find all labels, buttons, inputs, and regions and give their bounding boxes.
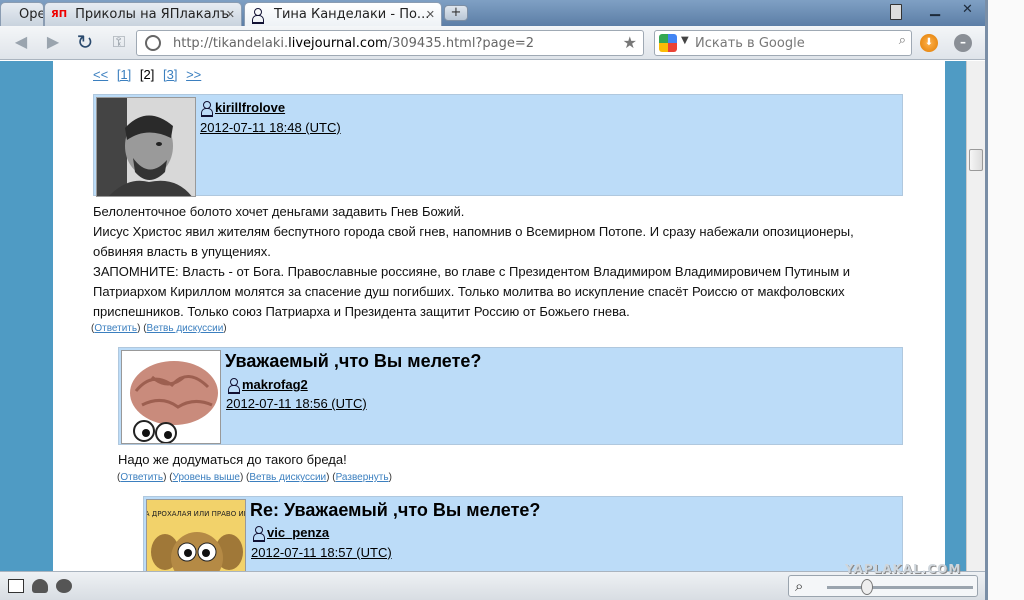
navigation-bar: ◀ ▶ ↻ ⚿ http://tikandelaki. livejournal.… — [0, 26, 985, 60]
tab-opera[interactable]: Opera — [0, 2, 44, 26]
star-icon[interactable]: ★ — [623, 33, 637, 52]
username-link[interactable]: vic_penza — [267, 525, 329, 540]
pager-page-1-link[interactable]: [1] — [117, 67, 131, 82]
reload-icon[interactable]: ↻ — [72, 31, 98, 55]
magnifier-icon[interactable]: ⌕ — [795, 577, 803, 595]
user-icon[interactable] — [200, 100, 213, 117]
pager-prev-link[interactable]: << — [93, 67, 108, 82]
search-placeholder: Искать в Google — [695, 35, 805, 51]
comment-actions: (Ответить) (Уровень выше) (Ветвь дискусс… — [117, 472, 392, 483]
comment-header: Уважаемый ,что Вы мелете? makrofag2 2012… — [118, 347, 903, 445]
pager-current-page: [2] — [139, 67, 155, 82]
reply-link[interactable]: Ответить — [94, 323, 137, 334]
comment-line: приспешников. Только союз Патриарха и Пр… — [93, 304, 630, 319]
scrollbar-thumb[interactable] — [969, 149, 983, 171]
comment-header: kirillfrolove 2012-07-11 18:48 (UTC) — [93, 94, 903, 197]
key-icon[interactable]: ⚿ — [106, 31, 132, 55]
comment-date-link[interactable]: 2012-07-11 18:48 (UTC) — [200, 120, 341, 135]
comment-actions: (Ответить) (Ветвь дискуссии) — [91, 323, 227, 334]
forward-icon[interactable]: ▶ — [40, 31, 66, 55]
comment-author: kirillfrolove — [200, 100, 285, 117]
tab-label: Приколы на ЯПлакалъ — [75, 7, 230, 22]
back-icon[interactable]: ◀ — [8, 31, 34, 55]
username-link[interactable]: makrofag2 — [242, 377, 308, 392]
zoom-slider-track[interactable] — [827, 586, 973, 589]
comment-date-link[interactable]: 2012-07-11 18:56 (UTC) — [226, 396, 367, 411]
comment-subject: Уважаемый ,что Вы мелете? — [225, 351, 482, 371]
user-icon[interactable] — [227, 377, 240, 394]
panel-toggle-icon[interactable] — [8, 579, 24, 593]
zoom-slider-thumb[interactable] — [861, 579, 873, 595]
tab-label: Opera — [19, 7, 43, 22]
zoom-control: ⌕ — [788, 575, 978, 597]
comment-line: обвиняя власть в упущениях. — [93, 244, 271, 259]
close-window-icon[interactable]: ✕ — [962, 2, 973, 17]
vertical-scrollbar[interactable] — [966, 61, 985, 571]
parent-link[interactable]: Уровень выше — [173, 472, 240, 483]
page-viewport: << [1] [2] [3] >> kirillfrolove 2012-07-… — [0, 61, 966, 571]
comment-body: Белоленточное болото хочет деньгами зада… — [93, 202, 933, 322]
speed-dial-icon[interactable] — [56, 579, 72, 593]
globe-icon — [145, 35, 161, 51]
url-prefix: http://tikandelaki. — [173, 35, 289, 51]
window-edge — [985, 0, 1024, 600]
watermark: YAPLAKAL.COM — [845, 562, 962, 576]
url-host: livejournal.com — [288, 35, 388, 51]
comment-author: makrofag2 — [227, 377, 308, 394]
tab-label: Тина Канделаки - По... — [274, 7, 430, 22]
google-icon[interactable] — [659, 34, 677, 52]
comment-line: Иисус Христос явил жителям беспутного го… — [93, 224, 854, 239]
comment-author: vic_penza — [252, 525, 329, 542]
new-tab-button[interactable]: + — [444, 5, 468, 21]
tab-yaplakal[interactable]: ЯП Приколы на ЯПлакалъ ✕ — [44, 2, 242, 26]
chevron-down-icon[interactable]: ▼ — [681, 35, 689, 46]
close-icon[interactable]: ✕ — [426, 8, 435, 21]
avatar — [96, 97, 196, 197]
user-favicon-icon — [251, 7, 266, 24]
comment-line: ЗАПОМНИТЕ: Власть - от Бога. Православны… — [93, 264, 851, 279]
comment-date-link[interactable]: 2012-07-11 18:57 (UTC) — [251, 545, 392, 560]
username-link[interactable]: kirillfrolove — [215, 100, 285, 115]
download-icon[interactable]: ⬇ — [920, 34, 938, 52]
journal-page: << [1] [2] [3] >> kirillfrolove 2012-07-… — [53, 61, 945, 571]
user-icon[interactable] — [252, 525, 265, 542]
expand-link[interactable]: Развернуть — [336, 472, 389, 483]
avatar — [121, 350, 221, 444]
search-icon[interactable]: ⌕ — [899, 33, 906, 48]
comment-subject: Re: Уважаемый ,что Вы мелете? — [250, 500, 541, 520]
thread-link[interactable]: Ветвь дискуссии — [249, 472, 326, 483]
comment-header: ТЕБЯ А ДРОХАЛАЯ ИЛИ ПРАВО ИМЕЮ..? Re: Ув… — [143, 496, 903, 571]
comment-line: Патриархом Кириллом молятся за спасение … — [93, 284, 845, 299]
comment-line: Надо же додуматься до такого бреда! — [118, 452, 347, 467]
pagination: << [1] [2] [3] >> — [93, 67, 206, 82]
tab-kandelaki[interactable]: Тина Канделаки - По... ✕ — [244, 2, 442, 26]
thread-link[interactable]: Ветвь дискуссии — [147, 323, 224, 334]
tab-bar: Opera ЯП Приколы на ЯПлакалъ ✕ Тина Канд… — [0, 0, 985, 26]
address-bar[interactable]: http://tikandelaki. livejournal.com /309… — [136, 30, 644, 56]
close-icon[interactable]: ✕ — [226, 8, 235, 21]
search-input[interactable]: ▼ Искать в Google ⌕ — [654, 30, 912, 56]
avatar: ТЕБЯ А ДРОХАЛАЯ ИЛИ ПРАВО ИМЕЮ..? — [146, 499, 246, 571]
trash-icon[interactable] — [890, 4, 902, 20]
comment-line: Белоленточное болото хочет деньгами зада… — [93, 204, 465, 219]
yaplakal-favicon: ЯП — [51, 9, 68, 20]
pager-page-3-link[interactable]: [3] — [163, 67, 177, 82]
stop-icon[interactable]: – — [954, 34, 972, 52]
reply-link[interactable]: Ответить — [120, 472, 163, 483]
url-path: /309435.html?page=2 — [387, 35, 534, 51]
avatar-caption: ТЕБЯ А ДРОХАЛАЯ ИЛИ ПРАВО ИМЕЮ..? — [147, 510, 246, 518]
pager-next-link[interactable]: >> — [186, 67, 201, 82]
status-bar: ⌕ — [0, 571, 985, 600]
cloud-icon[interactable] — [32, 579, 48, 593]
comment-body: Надо же додуматься до такого бреда! — [118, 450, 347, 470]
minimize-icon[interactable]: ▁ — [930, 2, 940, 17]
